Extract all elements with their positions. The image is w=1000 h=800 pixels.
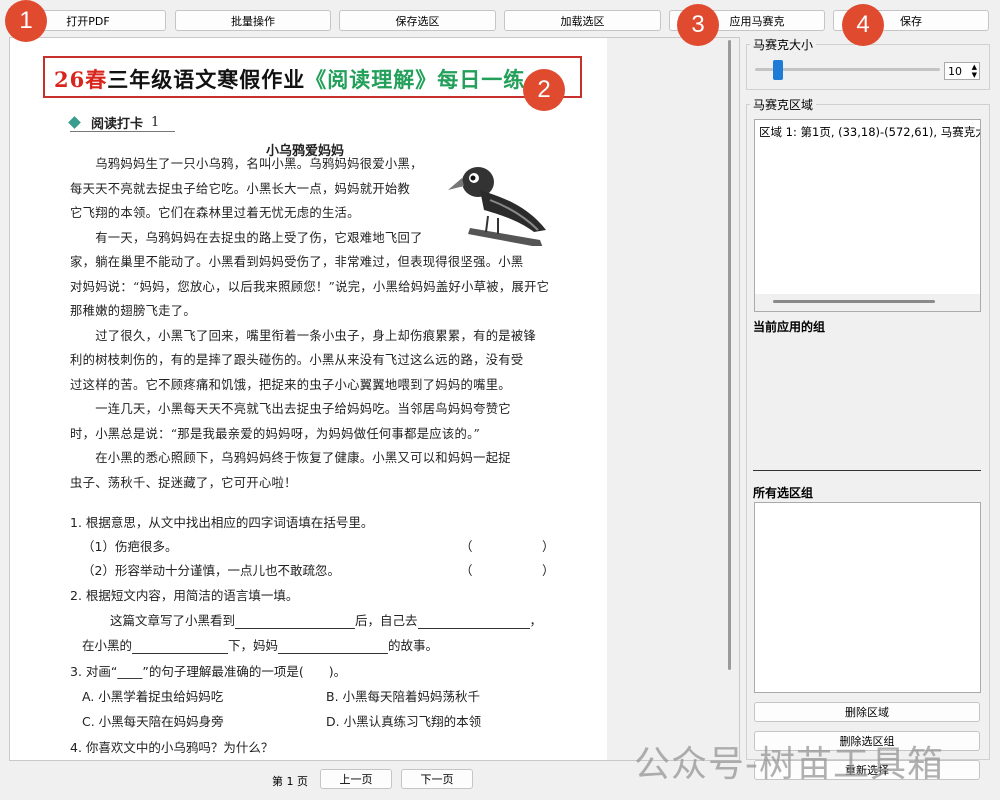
q2-text: ， — [529, 613, 543, 628]
story-line: 利的树枝刺伤的，有的是摔了跟头碰伤的。小黑从来没有飞过这么远的路，没有受 — [70, 353, 524, 367]
paren-open: （ — [460, 563, 473, 578]
delete-area-button[interactable]: 删除区域 — [754, 702, 980, 722]
q2-text: 后，自己去 — [355, 613, 418, 628]
mosaic-area-list[interactable]: 区域 1: 第1页, (33,18)-(572,61), 马赛克大 — [754, 119, 981, 312]
option-a: A. 小黑学着捉虫给妈妈吃 — [82, 689, 224, 704]
all-groups-list[interactable] — [754, 502, 981, 693]
story-line: 家，躺在巢里不能动了。小黑看到妈妈受伤了，非常难过，但表现得很坚强。小黑 — [70, 255, 524, 269]
step-badge-2: 2 — [523, 69, 565, 111]
section-number: 1 — [151, 115, 160, 130]
spinbox-value: 10 — [948, 64, 962, 78]
diamond-icon — [68, 116, 81, 129]
panel-divider — [753, 470, 981, 471]
slider-thumb[interactable] — [772, 60, 783, 80]
option-d: D. 小黑认真练习飞翔的本领 — [326, 714, 482, 729]
q2-text: 这篇文章写了小黑看到 — [110, 613, 236, 628]
question-4: 4. 你喜欢文中的小乌鸦吗？为什么？ — [70, 740, 274, 755]
page-suffix: 页 — [297, 775, 308, 788]
all-groups-label: 所有选区组 — [753, 486, 814, 500]
answer-blank — [278, 640, 389, 654]
current-group-label: 当前应用的组 — [753, 320, 826, 334]
story-line: 每天天不亮就去捉虫子给它吃。小黑长大一点，妈妈就开始教 — [70, 181, 411, 196]
answer-blank — [417, 615, 530, 629]
story-line: 一连几天，小黑每天天不亮就飞出去捉虫子给妈妈吃。当邻居鸟妈妈夸赞它 — [70, 402, 511, 416]
answer-blank — [132, 640, 229, 654]
question-1-a: （1）伤疤很多。 — [82, 539, 178, 554]
slider-track — [755, 68, 940, 71]
story-line: 它飞翔的本领。它们在森林里过着无忧无虑的生活。 — [70, 206, 360, 220]
prev-page-button[interactable]: 上一页 — [320, 769, 392, 789]
paren-close: ） — [542, 563, 555, 578]
vertical-scrollbar[interactable] — [728, 40, 731, 670]
story-line: 有一天，乌鸦妈妈在去捉虫的路上受了伤，它艰难地飞回了 — [70, 230, 423, 245]
mosaic-size-label: 马赛克大小 — [750, 36, 817, 53]
paren-open: （ — [460, 539, 473, 554]
load-selection-button[interactable]: 加载选区 — [504, 10, 661, 31]
page-prefix: 第 — [272, 775, 283, 788]
mosaic-size-slider[interactable] — [755, 60, 940, 80]
story-line: 虫子、荡秋千、捉迷藏了，它可开心啦！ — [70, 475, 297, 490]
question-2-line-a: 这篇文章写了小黑看到 后，自己去 ， — [110, 610, 542, 629]
page-indicator: 第 1 页 — [272, 773, 308, 789]
section-heading: 阅读打卡 1 — [68, 113, 160, 132]
story-line: 对妈妈说：“妈妈，您放心，以后我来照顾您！”说完，小黑给妈妈盖好小草被，展开它 — [70, 279, 550, 294]
save-selection-button[interactable]: 保存选区 — [339, 10, 496, 31]
title-green-part: 《阅读理解》每日一练 — [305, 67, 526, 92]
watermark-text: 公众号-树苗工具箱 — [634, 744, 944, 785]
title-red-part: 26春 — [54, 67, 108, 92]
step-badge-3: 3 — [677, 4, 719, 46]
story-line: 时，小黑总是说：“那是我最亲爱的妈妈呀，为妈妈做任何事都是应该的。” — [70, 426, 481, 441]
pdf-viewer[interactable]: 26春三年级语文寒假作业《阅读理解》每日一练 阅读打卡 1 小乌鸦爱妈妈 乌鸦妈… — [9, 37, 740, 761]
q2-text: 在小黑的 — [82, 638, 133, 653]
mosaic-area-label: 马赛克区域 — [750, 96, 817, 113]
story-line: 那稚嫩的翅膀飞走了。 — [70, 304, 196, 318]
option-b: B. 小黑每天陪着妈妈荡秋千 — [326, 689, 481, 704]
question-2-line-b: 在小黑的 下，妈妈 的故事。 — [82, 635, 438, 654]
mosaic-size-spinbox[interactable]: 10 ▲ ▼ — [944, 62, 980, 80]
horizontal-scrollbar[interactable] — [773, 300, 935, 303]
q2-text: 下，妈妈 — [228, 638, 279, 653]
next-page-button[interactable]: 下一页 — [401, 769, 473, 789]
section-underline — [70, 131, 175, 132]
story-line: 过了很久，小黑飞了回来，嘴里衔着一条小虫子，身上却伤痕累累，有的是被锋 — [70, 328, 537, 343]
step-badge-1: 1 — [5, 0, 47, 42]
question-1-b: （2）形容举动十分谨慎，一点儿也不敢疏忽。 — [82, 563, 340, 578]
document-title: 26春三年级语文寒假作业《阅读理解》每日一练 — [54, 64, 525, 94]
story-paragraph-2: 家，躺在巢里不能动了。小黑看到妈妈受伤了，非常难过，但表现得很坚强。小黑 对妈妈… — [70, 250, 575, 495]
section-label: 阅读打卡 — [91, 117, 144, 132]
story-line: 乌鸦妈妈生了一只小乌鸦，名叫小黑。乌鸦妈妈很爱小黑， — [70, 157, 423, 171]
question-2: 2. 根据短文内容，用简洁的语言填一填。 — [70, 588, 299, 603]
story-line: 过这样的苦。它不顾疼痛和饥饿，把捉来的虫子小心翼翼地喂到了妈妈的嘴里。 — [70, 377, 511, 392]
paren-close: ） — [542, 539, 555, 554]
viewer-background — [607, 38, 739, 760]
batch-operation-button[interactable]: 批量操作 — [175, 10, 331, 31]
title-black-part: 三年级语文寒假作业 — [107, 67, 306, 92]
page-number: 1 — [286, 775, 294, 788]
spin-arrows-icon[interactable]: ▲ ▼ — [972, 63, 977, 79]
q2-text: 的故事。 — [388, 638, 439, 653]
step-badge-4: 4 — [842, 4, 884, 46]
story-line: 在小黑的悉心照顾下，乌鸦妈妈终于恢复了健康。小黑又可以和妈妈一起捉 — [70, 451, 511, 465]
story-paragraph-1: 乌鸦妈妈生了一只小乌鸦，名叫小黑。乌鸦妈妈很爱小黑， 每天天不亮就去捉虫子给它吃… — [70, 152, 440, 250]
question-1: 1. 根据意思，从文中找出相应的四字词语填在括号里。 — [70, 515, 374, 530]
question-3: 3. 对画“____”的句子理解最准确的一项是( )。 — [70, 664, 347, 679]
crow-illustration — [448, 167, 546, 246]
answer-blank — [235, 615, 356, 629]
list-item[interactable]: 区域 1: 第1页, (33,18)-(572,61), 马赛克大 — [759, 124, 980, 140]
option-c: C. 小黑每天陪在妈妈身旁 — [82, 714, 224, 729]
